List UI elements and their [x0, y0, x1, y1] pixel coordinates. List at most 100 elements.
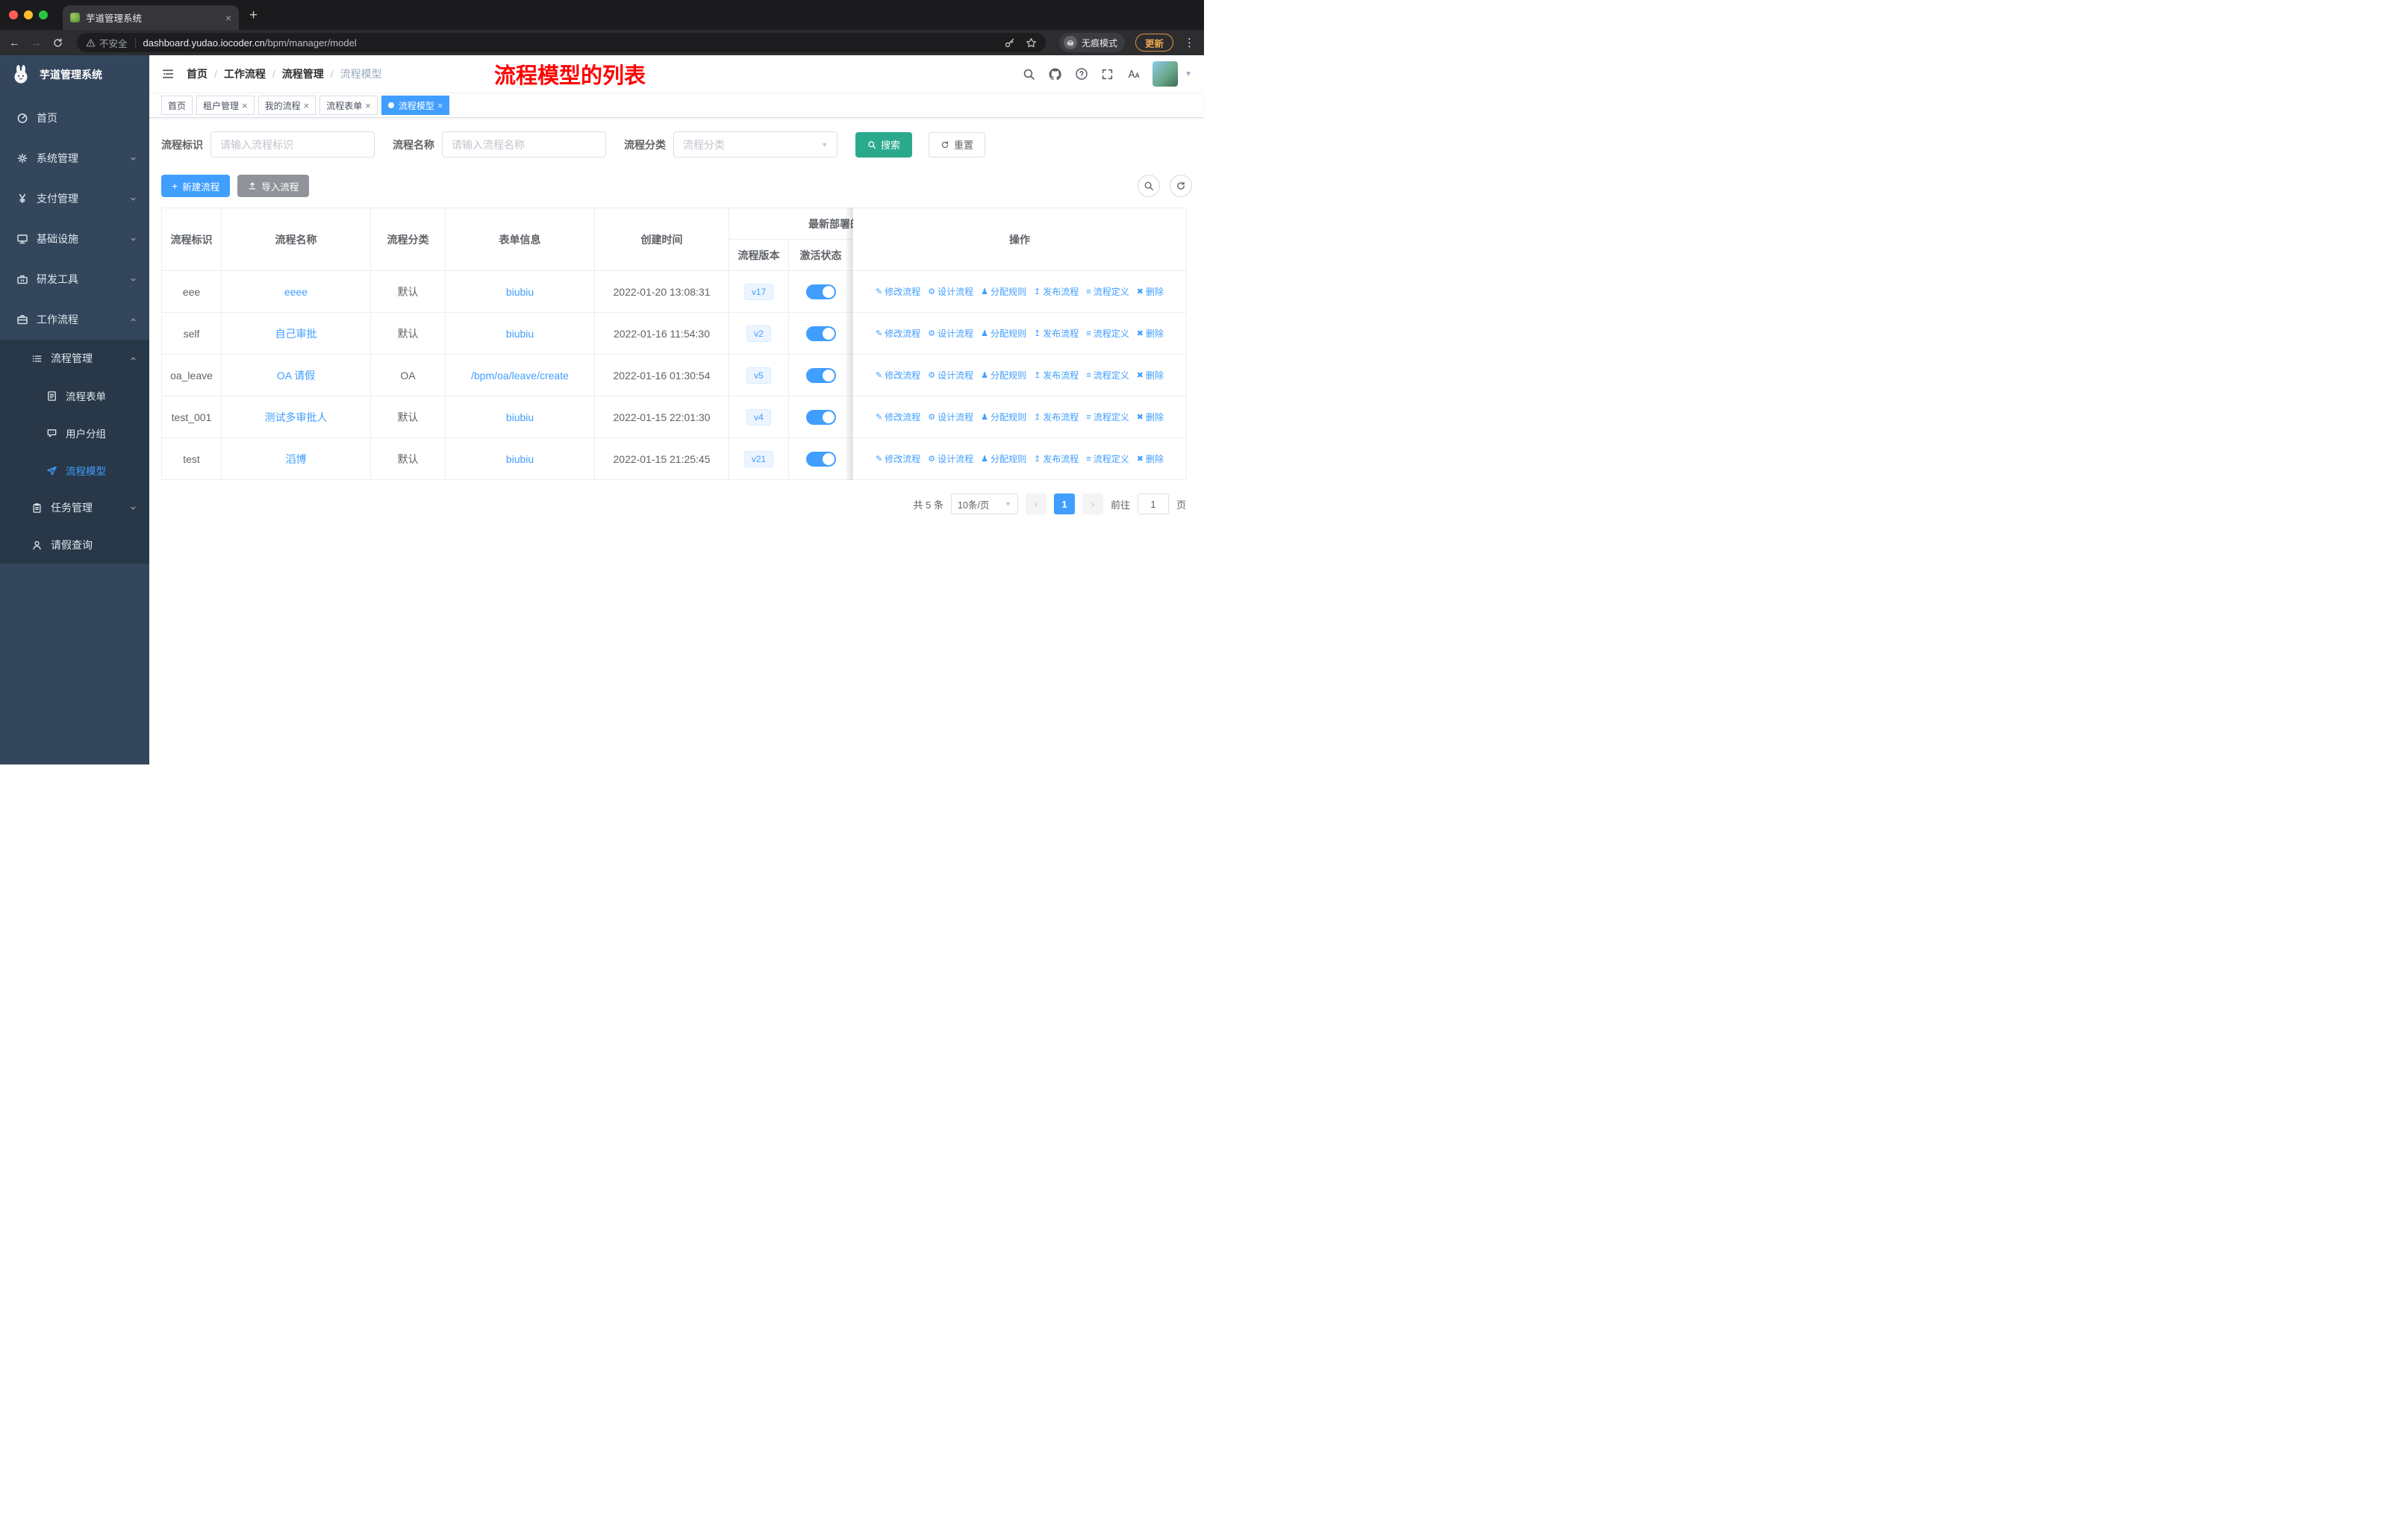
- incognito-badge[interactable]: 无痕模式: [1058, 33, 1125, 52]
- forward-button[interactable]: →: [31, 37, 42, 49]
- breadcrumb-item[interactable]: 流程模型: [340, 66, 382, 81]
- tag-chip[interactable]: 租户管理 ×: [196, 96, 255, 115]
- row-action-link[interactable]: ♟ 分配规则: [981, 285, 1026, 298]
- row-action-link[interactable]: ✖ 删除: [1137, 411, 1164, 423]
- create-process-button[interactable]: + 新建流程: [161, 175, 231, 197]
- form-info-link[interactable]: biubiu: [506, 328, 534, 340]
- minimize-window-button[interactable]: [24, 10, 33, 19]
- form-info-link[interactable]: biubiu: [506, 286, 534, 298]
- row-action-link[interactable]: ≡ 流程定义: [1086, 285, 1129, 298]
- row-action-link[interactable]: ≡ 流程定义: [1086, 327, 1129, 340]
- page-number-button[interactable]: 1: [1053, 493, 1075, 514]
- tag-close-icon[interactable]: ×: [304, 101, 310, 110]
- breadcrumb-item[interactable]: 首页: [187, 66, 224, 81]
- tag-chip[interactable]: 我的流程 ×: [258, 96, 316, 115]
- active-toggle[interactable]: [805, 326, 836, 341]
- form-info-link[interactable]: biubiu: [506, 411, 534, 423]
- row-action-link[interactable]: ✎ 修改流程: [876, 369, 920, 382]
- sidebar-item-system[interactable]: 系统管理: [0, 138, 149, 178]
- row-action-link[interactable]: ✖ 删除: [1137, 285, 1164, 298]
- sidebar-item-infrastructure[interactable]: 基础设施: [0, 219, 149, 259]
- page-size-select[interactable]: 10条/页 ▼: [950, 493, 1018, 514]
- browser-menu-icon[interactable]: ⋮: [1184, 36, 1195, 49]
- process-id-input[interactable]: [210, 131, 375, 158]
- tag-chip[interactable]: 首页 ×: [161, 96, 193, 115]
- tag-close-icon[interactable]: ×: [365, 101, 371, 110]
- row-action-link[interactable]: ✎ 修改流程: [876, 452, 920, 465]
- active-toggle[interactable]: [805, 284, 836, 299]
- search-button[interactable]: 搜索: [855, 131, 913, 158]
- tag-close-icon[interactable]: ×: [437, 101, 443, 110]
- browser-tab[interactable]: 芋道管理系统 ×: [63, 5, 239, 30]
- category-select[interactable]: 流程分类 ▼: [673, 131, 838, 158]
- row-action-link[interactable]: ≡ 流程定义: [1086, 452, 1129, 465]
- row-action-link[interactable]: ♟ 分配规则: [981, 327, 1026, 340]
- new-tab-button[interactable]: +: [249, 8, 258, 22]
- sidebar-item-workflow[interactable]: 工作流程: [0, 299, 149, 340]
- row-action-link[interactable]: ⚙ 设计流程: [928, 411, 973, 423]
- row-action-link[interactable]: ↥ 发布流程: [1034, 452, 1079, 465]
- refresh-button[interactable]: [1170, 175, 1192, 197]
- tab-close-icon[interactable]: ×: [225, 12, 231, 24]
- sidebar-item-task-mgmt[interactable]: 任务管理: [0, 489, 149, 526]
- process-name-link[interactable]: 测试多审批人: [265, 411, 328, 423]
- sidebar-item-leave-query[interactable]: 请假查询: [0, 526, 149, 564]
- help-icon[interactable]: [1075, 67, 1088, 81]
- row-action-link[interactable]: ↥ 发布流程: [1034, 327, 1079, 340]
- sidebar-toggle-icon[interactable]: [161, 67, 175, 81]
- active-toggle[interactable]: [805, 451, 836, 467]
- row-action-link[interactable]: ≡ 流程定义: [1086, 411, 1129, 423]
- row-action-link[interactable]: ✖ 删除: [1137, 452, 1164, 465]
- process-name-link[interactable]: 自己审批: [275, 328, 317, 340]
- active-toggle[interactable]: [805, 367, 836, 383]
- bookmark-star-icon[interactable]: [1026, 37, 1037, 49]
- process-name-link[interactable]: 滔博: [286, 453, 307, 465]
- row-action-link[interactable]: ✖ 删除: [1137, 369, 1164, 382]
- sidebar-item-user-group[interactable]: 用户分组: [0, 414, 149, 452]
- row-action-link[interactable]: ↥ 发布流程: [1034, 369, 1079, 382]
- row-action-link[interactable]: ✎ 修改流程: [876, 411, 920, 423]
- tag-chip[interactable]: 流程表单 ×: [319, 96, 378, 115]
- process-name-link[interactable]: eeee: [284, 286, 308, 298]
- hide-search-button[interactable]: [1138, 175, 1160, 197]
- back-button[interactable]: ←: [9, 37, 20, 49]
- fullscreen-icon[interactable]: [1101, 68, 1114, 81]
- row-action-link[interactable]: ⚙ 设计流程: [928, 369, 973, 382]
- github-icon[interactable]: [1048, 67, 1062, 81]
- reset-button[interactable]: 重置: [929, 131, 986, 158]
- tag-close-icon[interactable]: ×: [242, 101, 248, 110]
- row-action-link[interactable]: ✎ 修改流程: [876, 327, 920, 340]
- close-window-button[interactable]: [9, 10, 18, 19]
- font-size-icon[interactable]: [1126, 67, 1140, 81]
- process-name-input[interactable]: [442, 131, 606, 158]
- sidebar-item-home[interactable]: 首页: [0, 98, 149, 138]
- security-label[interactable]: 不安全: [99, 36, 128, 50]
- url-bar[interactable]: 不安全 dashboard.yudao.iocoder.cn /bpm/mana…: [77, 33, 1046, 52]
- row-action-link[interactable]: ⚙ 设计流程: [928, 452, 973, 465]
- browser-update-button[interactable]: 更新: [1135, 34, 1173, 52]
- row-action-link[interactable]: ♟ 分配规则: [981, 369, 1026, 382]
- form-info-link[interactable]: biubiu: [506, 453, 534, 465]
- import-process-button[interactable]: 导入流程: [237, 175, 310, 197]
- reload-button[interactable]: [52, 37, 63, 49]
- row-action-link[interactable]: ♟ 分配规则: [981, 452, 1026, 465]
- row-action-link[interactable]: ✖ 删除: [1137, 327, 1164, 340]
- search-icon[interactable]: [1023, 68, 1035, 81]
- sidebar-item-payment[interactable]: 支付管理: [0, 178, 149, 219]
- sidebar-item-process-mgmt[interactable]: 流程管理: [0, 340, 149, 377]
- sidebar-item-process-model[interactable]: 流程模型: [0, 452, 149, 489]
- form-info-link[interactable]: /bpm/oa/leave/create: [471, 370, 569, 382]
- sidebar-item-process-form[interactable]: 流程表单: [0, 377, 149, 414]
- sidebar-item-devtools[interactable]: 研发工具: [0, 259, 149, 299]
- row-action-link[interactable]: ↥ 发布流程: [1034, 411, 1079, 423]
- row-action-link[interactable]: ↥ 发布流程: [1034, 285, 1079, 298]
- prev-page-button[interactable]: ‹: [1025, 493, 1047, 514]
- process-name-link[interactable]: OA 请假: [277, 370, 315, 382]
- zoom-window-button[interactable]: [39, 10, 48, 19]
- password-key-icon[interactable]: [1004, 37, 1015, 49]
- row-action-link[interactable]: ⚙ 设计流程: [928, 285, 973, 298]
- next-page-button[interactable]: ›: [1082, 493, 1103, 514]
- breadcrumb-item[interactable]: 流程管理: [282, 66, 340, 81]
- row-action-link[interactable]: ♟ 分配规则: [981, 411, 1026, 423]
- row-action-link[interactable]: ≡ 流程定义: [1086, 369, 1129, 382]
